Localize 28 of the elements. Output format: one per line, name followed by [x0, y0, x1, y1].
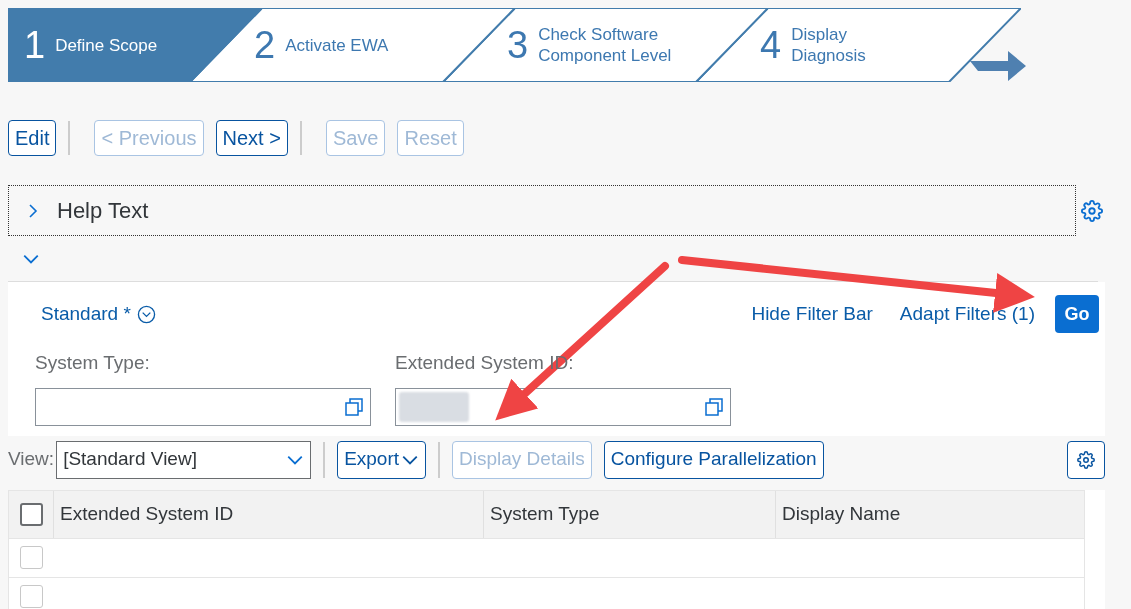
settings-icon — [1081, 199, 1103, 222]
toolbar-button[interactable]: Next > — [215, 120, 288, 156]
table-toolbar-button[interactable]: Export — [337, 440, 427, 479]
settings-icon — [1077, 450, 1095, 469]
value-help-icon[interactable] — [344, 396, 364, 417]
row-checkbox[interactable] — [19, 585, 43, 608]
select-all-checkbox[interactable] — [19, 502, 43, 526]
column-header: Extended System ID — [60, 501, 234, 526]
panel-title: Help Text — [57, 197, 149, 225]
toolbar-button[interactable]: Edit — [8, 120, 57, 156]
value-help-icon[interactable] — [704, 396, 724, 417]
row-checkbox[interactable] — [19, 546, 43, 569]
input-field[interactable] — [35, 387, 371, 426]
view-label: View: — [8, 447, 55, 472]
help-text-panel[interactable]: Help Text — [8, 185, 1076, 236]
go-button[interactable]: Go — [1055, 295, 1099, 333]
variant-selector[interactable]: Standard * — [41, 299, 156, 329]
column-header: System Type — [490, 501, 600, 526]
input-field[interactable] — [395, 387, 731, 426]
dropdown-icon — [136, 304, 156, 324]
table-toolbar-button[interactable]: Configure Parallelization — [603, 440, 824, 479]
filter-bar-link[interactable]: Hide Filter Bar — [751, 299, 873, 329]
field-label: System Type: — [35, 351, 150, 375]
next-arrow-icon[interactable] — [970, 51, 1026, 81]
view-select[interactable]: [Standard View] — [56, 440, 312, 479]
table-settings-button[interactable] — [1067, 440, 1105, 479]
filter-bar-link[interactable]: Adapt Filters (1) — [899, 299, 1035, 329]
column-header: Display Name — [782, 501, 901, 526]
